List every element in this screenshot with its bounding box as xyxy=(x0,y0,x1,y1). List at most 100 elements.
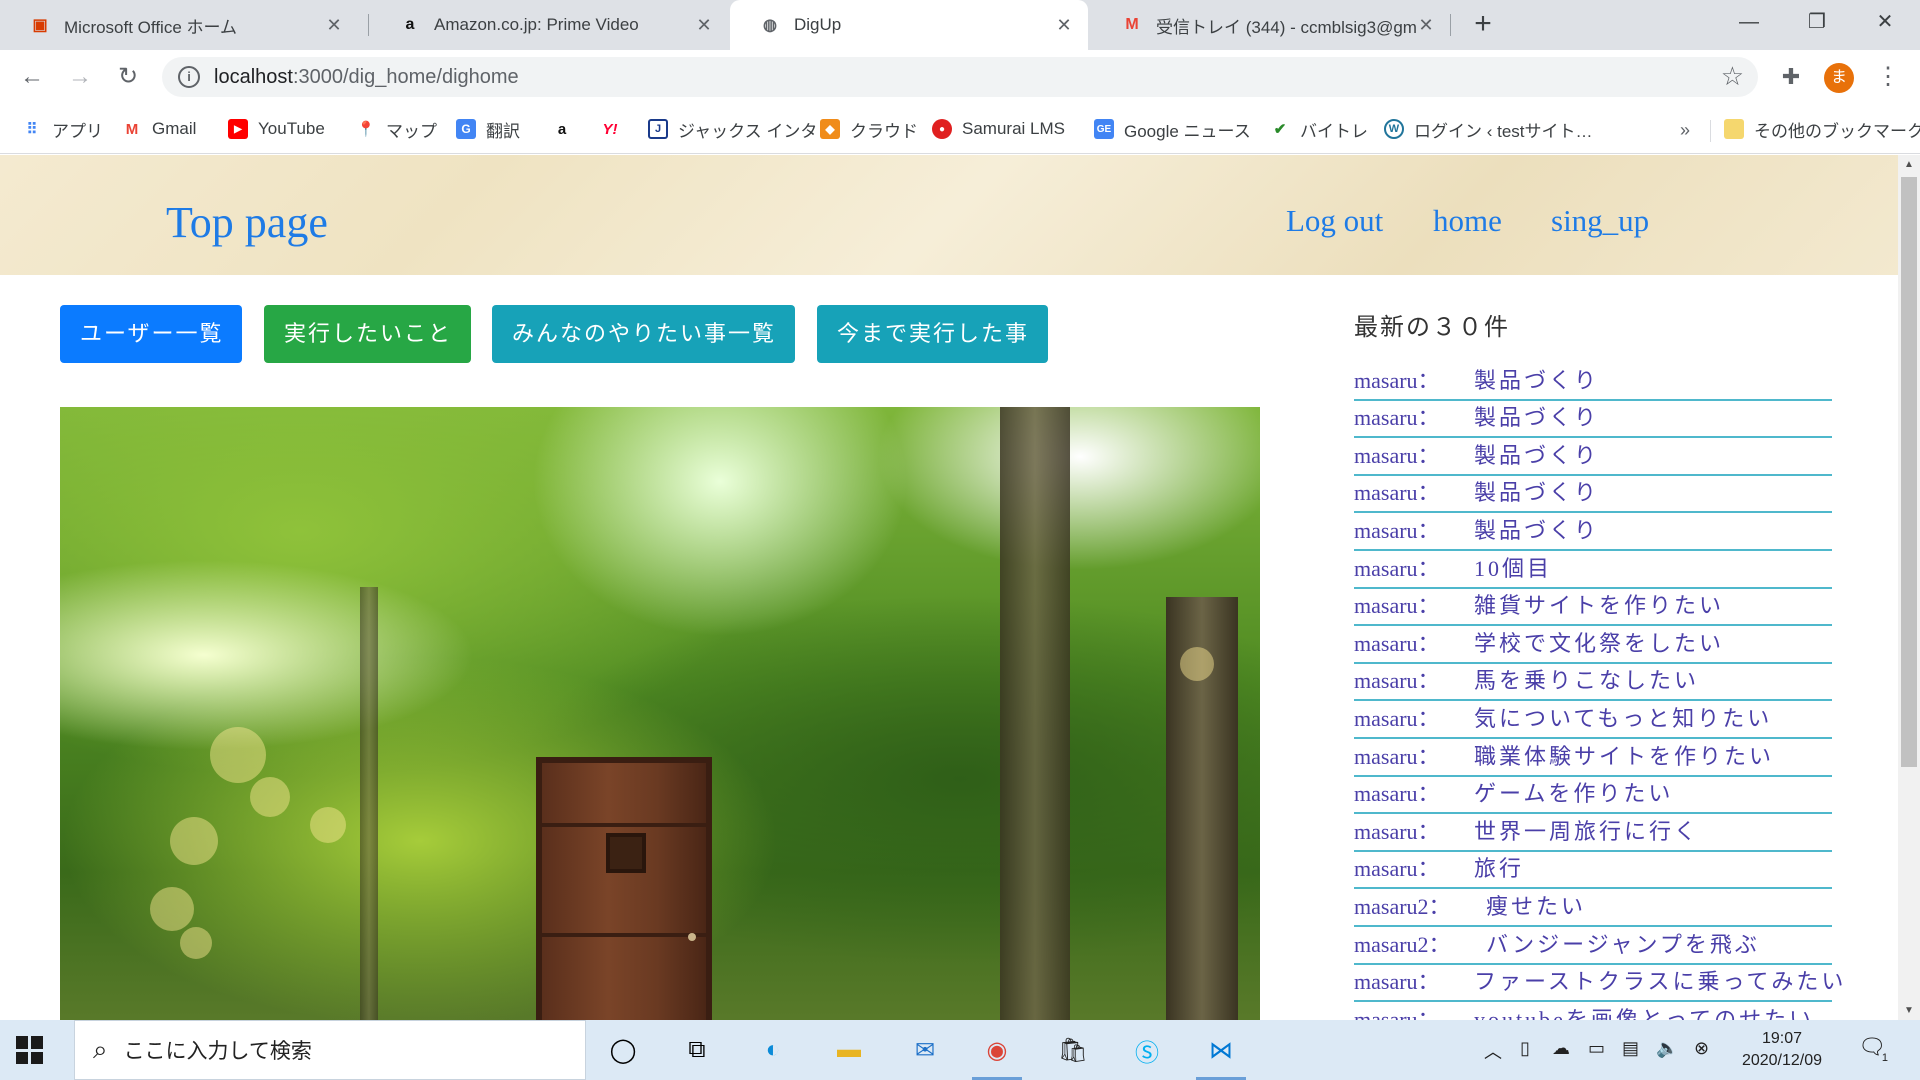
list-item[interactable]: masaru： ゲームを作りたい xyxy=(1354,777,1832,815)
close-icon[interactable]: ✕ xyxy=(1054,15,1074,36)
list-item[interactable]: masaru： 製品づくり xyxy=(1354,476,1832,514)
bookmark-youtube[interactable]: ▶ YouTube xyxy=(228,114,325,144)
list-item[interactable]: masaru： youtubeを画像とってのせたい xyxy=(1354,1002,1832,1020)
list-item[interactable]: masaru： 製品づくり xyxy=(1354,438,1832,476)
bookmark-jaccs[interactable]: J ジャックス インタ xyxy=(648,114,817,144)
tray-device-icon[interactable]: ▯ xyxy=(1520,1038,1530,1059)
notification-center-icon[interactable]: 🗨 1 xyxy=(1858,1034,1888,1064)
volume-icon[interactable]: 🔈 xyxy=(1656,1038,1678,1059)
list-item[interactable]: masaru： 学校で文化祭をしたい xyxy=(1354,626,1832,664)
onedrive-cloud-icon[interactable]: ☁ xyxy=(1552,1038,1570,1059)
bookmark-yahoo[interactable]: Y! xyxy=(600,114,630,144)
battery-icon[interactable]: ▭ xyxy=(1588,1038,1605,1059)
url-path: :3000/dig_home/dighome xyxy=(292,65,519,88)
list-item[interactable]: masaru： 製品づくり xyxy=(1354,401,1832,439)
bookmarks-overflow-chevron[interactable]: » xyxy=(1680,120,1690,141)
info-icon[interactable]: i xyxy=(178,66,200,88)
nav-logout[interactable]: Log out xyxy=(1286,203,1383,239)
nav-home[interactable]: home xyxy=(1433,203,1502,239)
task-view-icon[interactable]: ⧉ xyxy=(672,1028,722,1072)
mail-icon[interactable]: ✉ xyxy=(900,1028,950,1072)
cortana-icon[interactable]: ◯ xyxy=(598,1028,648,1072)
list-item[interactable]: masaru： 旅行 xyxy=(1354,852,1832,890)
item-text: バンジージャンプを飛ぶ xyxy=(1486,931,1760,957)
bookmark-apps[interactable]: ⠿ アプリ xyxy=(22,114,104,144)
bookmark-amazon[interactable]: a xyxy=(552,114,582,144)
user-list-button[interactable]: ユーザー一覧 xyxy=(60,305,242,363)
bookmark-translate[interactable]: G 翻訳 xyxy=(456,114,520,144)
list-item[interactable]: masaru： 雑貨サイトを作りたい xyxy=(1354,589,1832,627)
maps-pin-icon: 📍 xyxy=(356,121,376,138)
store-icon[interactable]: 🛍 xyxy=(1048,1028,1098,1072)
edge-icon[interactable]: ◐ xyxy=(748,1028,798,1072)
list-item[interactable]: masaru： 世界一周旅行に行く xyxy=(1354,814,1832,852)
office-icon: ▣ xyxy=(32,17,48,34)
list-item[interactable]: masaru： 馬を乗りこなしたい xyxy=(1354,664,1832,702)
file-explorer-icon[interactable]: ▬ xyxy=(824,1028,874,1072)
ime-off-icon[interactable]: ⊗ xyxy=(1694,1038,1709,1059)
chrome-icon[interactable]: ◉ xyxy=(972,1028,1022,1080)
close-icon[interactable]: ✕ xyxy=(694,15,714,36)
tab-digup[interactable]: ◍ DigUp ✕ xyxy=(730,0,1088,50)
network-icon[interactable]: ▤ xyxy=(1622,1038,1639,1059)
windows-start-icon[interactable] xyxy=(16,1036,44,1064)
bookmark-maps[interactable]: 📍 マップ xyxy=(356,114,437,144)
list-item[interactable]: masaru： 製品づくり xyxy=(1354,363,1832,401)
tab-office[interactable]: ▣ Microsoft Office ホーム ✕ xyxy=(0,0,358,50)
bookmark-star-icon[interactable]: ☆ xyxy=(1721,61,1744,92)
list-item[interactable]: masaru： 職業体験サイトを作りたい xyxy=(1354,739,1832,777)
want-to-do-button[interactable]: 実行したいこと xyxy=(264,305,471,363)
yahoo-icon: Y! xyxy=(602,120,618,138)
bookmark-cloud[interactable]: ◆ クラウド xyxy=(820,114,918,144)
url-text[interactable]: localhost:3000/dig_home/dighome xyxy=(214,66,519,89)
new-tab-button[interactable]: + xyxy=(1466,8,1500,42)
scroll-down-arrow-icon[interactable]: ▼ xyxy=(1904,1005,1914,1016)
scrollbar-thumb[interactable] xyxy=(1901,177,1917,767)
menu-kebab-icon[interactable]: ⋮ xyxy=(1876,62,1900,92)
page-title[interactable]: Top page xyxy=(166,197,328,248)
bookmark-samurai[interactable]: ● Samurai LMS xyxy=(932,114,1065,144)
page-scrollbar[interactable]: ▲ ▼ xyxy=(1898,155,1920,1020)
minimize-button[interactable]: — xyxy=(1720,0,1778,44)
bookmark-label: ログイン ‹ testサイト… xyxy=(1414,121,1593,141)
tab-amazon[interactable]: a Amazon.co.jp: Prime Video ✕ xyxy=(370,0,728,50)
profile-avatar[interactable]: ま xyxy=(1824,63,1854,93)
bookmark-label: その他のブックマーク xyxy=(1754,121,1920,141)
bookmark-google-news[interactable]: GE Google ニュース xyxy=(1094,114,1251,144)
address-bar[interactable]: i localhost:3000/dig_home/dighome ☆ xyxy=(162,57,1758,97)
taskbar-search[interactable]: ⌕ ここに入力して検索 xyxy=(74,1020,586,1080)
list-item[interactable]: masaru： 製品づくり xyxy=(1354,513,1832,551)
nav-signup[interactable]: sing_up xyxy=(1551,203,1649,239)
bookmark-wordpress[interactable]: W ログイン ‹ testサイト… xyxy=(1384,114,1593,144)
bookmark-label: YouTube xyxy=(258,119,325,138)
bookmark-label: Google ニュース xyxy=(1124,121,1251,141)
taskbar-clock[interactable]: 19:07 2020/12/09 xyxy=(1732,1028,1832,1072)
tab-gmail[interactable]: M 受信トレイ (344) - ccmblsig3@gm ✕ xyxy=(1092,0,1450,50)
tab-label: 受信トレイ (344) - ccmblsig3@gm xyxy=(1156,17,1416,37)
back-button[interactable]: ← xyxy=(18,63,46,91)
list-item[interactable]: masaru2： 痩せたい xyxy=(1354,889,1832,927)
forward-button[interactable]: → xyxy=(66,63,94,91)
item-user: masaru： xyxy=(1354,856,1440,882)
close-icon[interactable]: ✕ xyxy=(324,15,344,36)
everyone-list-button[interactable]: みんなのやりたい事一覧 xyxy=(492,305,795,363)
reload-button[interactable]: ↻ xyxy=(114,63,142,91)
close-icon[interactable]: ✕ xyxy=(1416,15,1436,36)
scroll-up-arrow-icon[interactable]: ▲ xyxy=(1904,159,1914,170)
list-item[interactable]: masaru： 10個目 xyxy=(1354,551,1832,589)
bookmark-baitore[interactable]: ✔ バイトレ xyxy=(1270,114,1368,144)
item-text: 製品づくり xyxy=(1474,405,1600,431)
vscode-icon[interactable]: ⋈ xyxy=(1196,1028,1246,1080)
done-list-button[interactable]: 今まで実行した事 xyxy=(817,305,1048,363)
list-item[interactable]: masaru： 気についてもっと知りたい xyxy=(1354,701,1832,739)
bookmark-gmail[interactable]: M Gmail xyxy=(122,114,197,144)
other-bookmarks[interactable]: その他のブックマーク xyxy=(1724,114,1920,144)
list-item[interactable]: masaru2： バンジージャンプを飛ぶ xyxy=(1354,927,1832,965)
tray-chevron-icon[interactable]: ︿ xyxy=(1484,1038,1502,1064)
item-text: 製品づくり xyxy=(1474,367,1600,393)
extensions-puzzle-icon[interactable]: ✚ xyxy=(1776,62,1806,92)
close-window-button[interactable]: ✕ xyxy=(1856,0,1914,44)
restore-button[interactable]: ❐ xyxy=(1788,0,1846,44)
list-item[interactable]: masaru： ファーストクラスに乗ってみたい xyxy=(1354,965,1843,1003)
skype-icon[interactable]: Ⓢ xyxy=(1122,1028,1172,1072)
